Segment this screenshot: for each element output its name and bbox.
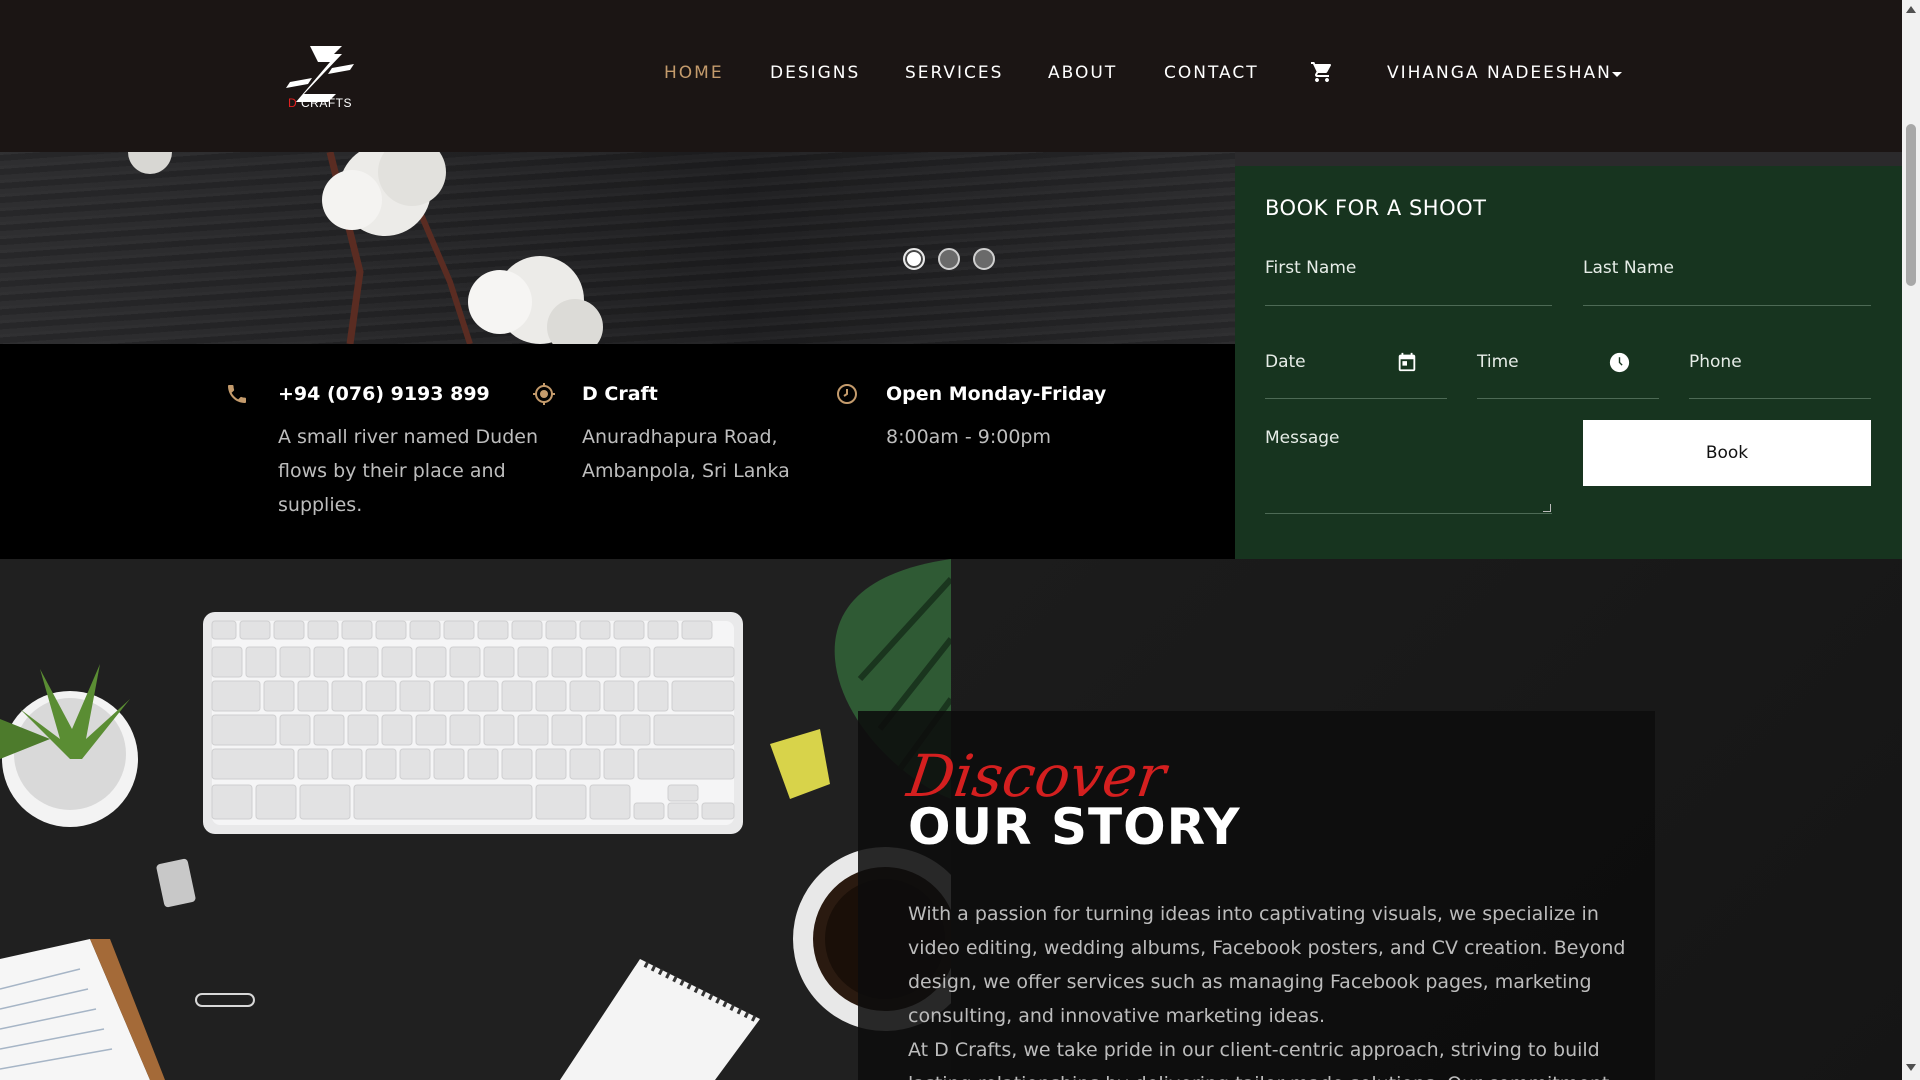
time-field[interactable]: Time [1477, 352, 1659, 399]
time-placeholder: Time [1477, 352, 1519, 372]
resize-handle[interactable] [1543, 504, 1551, 512]
info-strip: +94 (076) 9193 899 A small river named D… [0, 344, 1235, 559]
hours-text: 8:00am - 9:00pm [886, 426, 1051, 448]
last-name-placeholder: Last Name [1583, 258, 1674, 278]
date-placeholder: Date [1265, 352, 1306, 372]
page-scrollbar[interactable] [1902, 0, 1920, 1080]
story-paragraph-1: With a passion for turning ideas into ca… [908, 903, 1626, 1027]
user-menu[interactable]: VIHANGA NADEESHAN [1387, 63, 1612, 83]
nav-home[interactable]: HOME [664, 63, 724, 83]
first-name-field[interactable]: First Name [1265, 258, 1552, 306]
phone-number: +94 (076) 9193 899 [278, 383, 490, 405]
phone-field[interactable]: Phone [1689, 352, 1871, 399]
scroll-thumb[interactable] [1906, 124, 1916, 286]
booking-title: BOOK FOR A SHOOT [1265, 196, 1487, 220]
carousel-dot-3[interactable] [973, 248, 995, 270]
phone-icon [228, 385, 246, 403]
clock-picker-icon[interactable] [1609, 352, 1630, 373]
story-text: With a passion for turning ideas into ca… [908, 897, 1628, 1080]
nav-about[interactable]: ABOUT [1048, 63, 1117, 83]
phone-description: A small river named Duden flows by their… [278, 426, 539, 516]
navbar: D CRAFTS HOME DESIGNS SERVICES ABOUT CON… [0, 0, 1902, 152]
nav-designs[interactable]: DESIGNS [770, 63, 860, 83]
logo-text: D CRAFTS [288, 96, 352, 110]
hours-title: Open Monday-Friday [886, 383, 1107, 405]
chevron-down-icon[interactable] [1612, 72, 1622, 77]
phone-placeholder: Phone [1689, 352, 1742, 372]
story-paragraph-2: At D Crafts, we take pride in our client… [908, 1039, 1609, 1080]
carousel-dot-1[interactable] [903, 248, 925, 270]
nav-contact[interactable]: CONTACT [1164, 63, 1259, 83]
calendar-icon[interactable] [1396, 351, 1418, 373]
booking-form: BOOK FOR A SHOOT First Name Last Name Da… [1235, 166, 1902, 559]
hero-strip [1235, 152, 1902, 166]
first-name-placeholder: First Name [1265, 258, 1357, 278]
logo-text-rest: CRAFTS [301, 96, 353, 110]
message-field[interactable]: Message [1265, 428, 1552, 514]
scroll-up-icon[interactable] [1906, 6, 1916, 13]
story-heading: OUR STORY [908, 798, 1241, 856]
book-button[interactable]: Book [1583, 420, 1871, 486]
nav-services[interactable]: SERVICES [905, 63, 1003, 83]
date-field[interactable]: Date [1265, 352, 1447, 399]
scroll-down-icon[interactable] [1906, 1064, 1916, 1071]
logo-text-red: D [288, 96, 298, 110]
carousel-dot-2[interactable] [938, 248, 960, 270]
cart-icon[interactable] [1310, 60, 1334, 84]
location-address: Anuradhapura Road, Ambanpola, Sri Lanka [582, 426, 790, 482]
cotton-image [128, 152, 603, 344]
last-name-field[interactable]: Last Name [1583, 258, 1871, 306]
location-icon [533, 383, 555, 405]
location-title: D Craft [582, 383, 658, 405]
desk-image [0, 559, 951, 1080]
clock-icon [837, 384, 857, 404]
hero-carousel [0, 152, 1235, 344]
message-placeholder: Message [1265, 428, 1340, 448]
